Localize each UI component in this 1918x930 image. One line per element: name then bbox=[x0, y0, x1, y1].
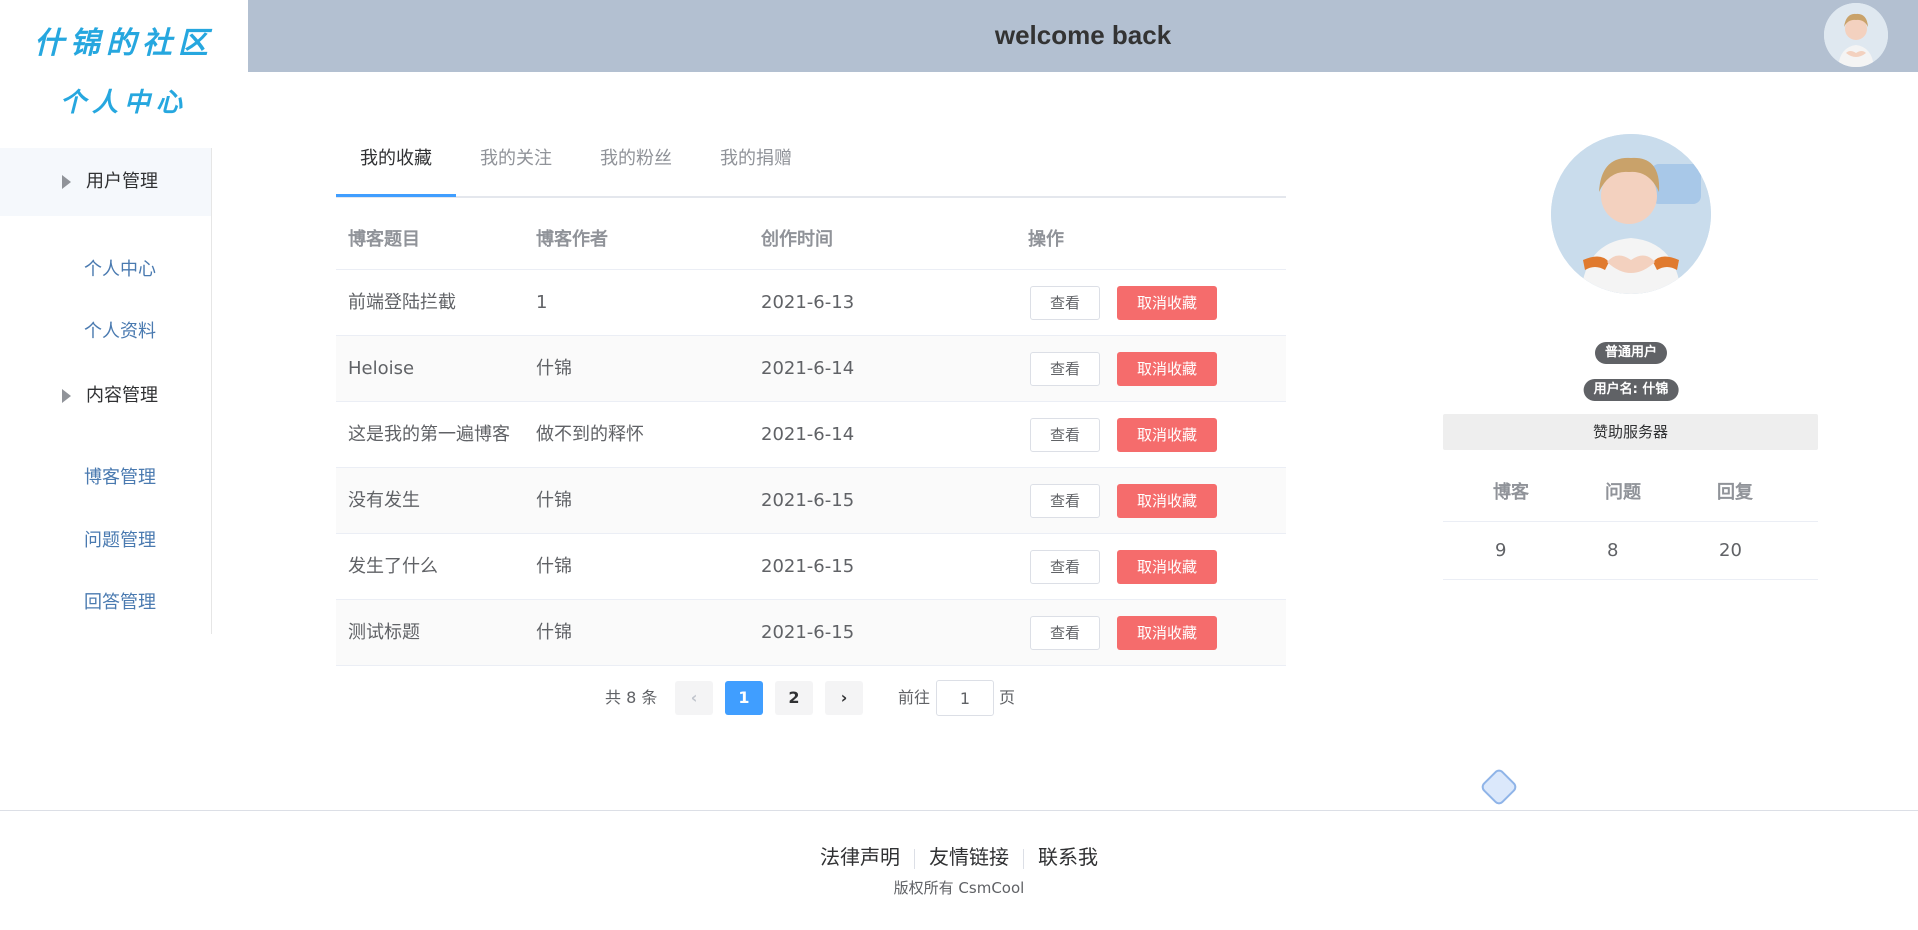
sidebar-item-personal-center[interactable]: 个人中心 bbox=[0, 246, 211, 294]
top-header: welcome back bbox=[248, 0, 1918, 72]
logo-title: 什锦的社区 bbox=[34, 26, 214, 61]
header-avatar[interactable] bbox=[1824, 3, 1888, 67]
goto-page-input[interactable] bbox=[936, 680, 994, 716]
user-avatar-icon bbox=[1824, 3, 1888, 67]
profile-avatar bbox=[1551, 134, 1711, 294]
username-badge: 用户名: 什锦 bbox=[1583, 379, 1679, 401]
blog-title-cell: 这是我的第一遍博客 bbox=[348, 424, 510, 445]
caret-right-icon bbox=[62, 175, 71, 189]
cancel-favorite-button[interactable]: 取消收藏 bbox=[1117, 352, 1217, 386]
stats-header-row: 博客 问题 回复 bbox=[1443, 464, 1818, 522]
header-title: welcome back bbox=[994, 20, 1172, 50]
footer-links: 法律声明 友情链接 联系我 bbox=[0, 841, 1918, 870]
cancel-favorite-button[interactable]: 取消收藏 bbox=[1117, 616, 1217, 650]
goto-label: 前往 bbox=[898, 688, 931, 707]
view-button[interactable]: 查看 bbox=[1030, 418, 1100, 452]
pagination-total: 共 8 条 bbox=[605, 688, 658, 707]
cancel-favorite-button[interactable]: 取消收藏 bbox=[1117, 418, 1217, 452]
blog-author-cell: 什锦 bbox=[536, 556, 572, 577]
logo-subtitle: 个人中心 bbox=[59, 88, 188, 118]
page-unit-label: 页 bbox=[999, 688, 1016, 707]
active-tab-indicator bbox=[336, 194, 456, 197]
stat-label-blogs: 博客 bbox=[1493, 482, 1529, 503]
column-header-date: 创作时间 bbox=[761, 229, 833, 250]
sidebar-item-personal-profile[interactable]: 个人资料 bbox=[0, 308, 211, 356]
blog-title-cell: Heloise bbox=[348, 358, 415, 379]
tab-bar: 我的收藏 我的关注 我的粉丝 我的捐赠 bbox=[336, 130, 1286, 198]
view-button[interactable]: 查看 bbox=[1030, 616, 1100, 650]
user-avatar-icon bbox=[1551, 134, 1711, 294]
stats-value-row: 9 8 20 bbox=[1443, 522, 1818, 580]
stat-label-questions: 问题 bbox=[1605, 482, 1641, 503]
tab-favorites[interactable]: 我的收藏 bbox=[360, 130, 432, 198]
view-button[interactable]: 查看 bbox=[1030, 484, 1100, 518]
sidebar-item-answer-management[interactable]: 回答管理 bbox=[0, 579, 211, 627]
blog-date-cell: 2021-6-15 bbox=[761, 556, 855, 577]
blog-author-cell: 做不到的释怀 bbox=[536, 424, 644, 445]
view-button[interactable]: 查看 bbox=[1030, 550, 1100, 584]
table-row: 这是我的第一遍博客 做不到的释怀 2021-6-14 查看 取消收藏 bbox=[336, 402, 1286, 468]
stat-label-replies: 回复 bbox=[1717, 482, 1753, 503]
column-header-title: 博客题目 bbox=[348, 229, 420, 250]
role-badge: 普通用户 bbox=[1594, 342, 1668, 364]
blog-date-cell: 2021-6-13 bbox=[761, 292, 855, 313]
table-row: 测试标题 什锦 2021-6-15 查看 取消收藏 bbox=[336, 600, 1286, 666]
site-logo[interactable]: 什锦的社区 个人中心 bbox=[0, 0, 248, 130]
blog-title-cell: 发生了什么 bbox=[348, 556, 438, 577]
sidebar: 用户管理 个人中心 个人资料 内容管理 博客管理 问题管理 回答管理 bbox=[0, 148, 212, 634]
column-header-actions: 操作 bbox=[1028, 229, 1064, 250]
blog-author-cell: 1 bbox=[536, 292, 548, 313]
floating-diamond-icon[interactable] bbox=[1479, 767, 1519, 807]
footer-link-friends[interactable]: 友情链接 bbox=[915, 841, 1023, 870]
cancel-favorite-button[interactable]: 取消收藏 bbox=[1117, 484, 1217, 518]
blog-author-cell: 什锦 bbox=[536, 622, 572, 643]
blog-title-cell: 没有发生 bbox=[348, 490, 420, 511]
table-row: Heloise 什锦 2021-6-14 查看 取消收藏 bbox=[336, 336, 1286, 402]
blog-title-cell: 前端登陆拦截 bbox=[348, 292, 456, 313]
prev-page-button[interactable]: ‹ bbox=[675, 681, 713, 715]
table-row: 没有发生 什锦 2021-6-15 查看 取消收藏 bbox=[336, 468, 1286, 534]
app-root: 什锦的社区 个人中心 welcome back 用户管理 个人中心 个人资料 内… bbox=[0, 0, 1918, 930]
copyright: 版权所有 CsmCool bbox=[893, 879, 1025, 897]
sponsor-server-button[interactable]: 赞助服务器 bbox=[1443, 414, 1818, 450]
table-row: 发生了什么 什锦 2021-6-15 查看 取消收藏 bbox=[336, 534, 1286, 600]
table-header-row: 博客题目 博客作者 创作时间 操作 bbox=[336, 212, 1286, 270]
stat-value-questions: 8 bbox=[1607, 540, 1619, 561]
sidebar-item-blog-management[interactable]: 博客管理 bbox=[0, 454, 211, 502]
next-page-button[interactable]: › bbox=[825, 681, 863, 715]
blog-author-cell: 什锦 bbox=[536, 490, 572, 511]
footer-link-legal[interactable]: 法律声明 bbox=[806, 841, 914, 870]
stat-value-replies: 20 bbox=[1719, 540, 1742, 561]
menu-group-label: 用户管理 bbox=[86, 171, 158, 192]
caret-right-icon bbox=[62, 389, 71, 403]
page-2-button[interactable]: 2 bbox=[775, 681, 813, 715]
tab-following[interactable]: 我的关注 bbox=[480, 130, 552, 198]
blog-date-cell: 2021-6-15 bbox=[761, 490, 855, 511]
tab-donations[interactable]: 我的捐赠 bbox=[720, 130, 792, 198]
stat-value-blogs: 9 bbox=[1495, 540, 1507, 561]
menu-group-content-management[interactable]: 内容管理 bbox=[0, 362, 211, 430]
blog-title-cell: 测试标题 bbox=[348, 622, 420, 643]
menu-group-label: 内容管理 bbox=[86, 385, 158, 406]
column-header-author: 博客作者 bbox=[536, 229, 608, 250]
table-row: 前端登陆拦截 1 2021-6-13 查看 取消收藏 bbox=[336, 270, 1286, 336]
sidebar-item-question-management[interactable]: 问题管理 bbox=[0, 517, 211, 565]
view-button[interactable]: 查看 bbox=[1030, 286, 1100, 320]
blog-author-cell: 什锦 bbox=[536, 358, 572, 379]
blog-date-cell: 2021-6-14 bbox=[761, 358, 855, 379]
cancel-favorite-button[interactable]: 取消收藏 bbox=[1117, 550, 1217, 584]
footer: 法律声明 友情链接 联系我 版权所有 CsmCool bbox=[0, 810, 1918, 930]
footer-link-contact[interactable]: 联系我 bbox=[1024, 841, 1112, 870]
menu-group-user-management[interactable]: 用户管理 bbox=[0, 148, 211, 216]
user-stats: 博客 问题 回复 9 8 20 bbox=[1443, 464, 1818, 580]
blog-date-cell: 2021-6-15 bbox=[761, 622, 855, 643]
cancel-favorite-button[interactable]: 取消收藏 bbox=[1117, 286, 1217, 320]
tab-fans[interactable]: 我的粉丝 bbox=[600, 130, 672, 198]
blog-date-cell: 2021-6-14 bbox=[761, 424, 855, 445]
favorites-table: 博客题目 博客作者 创作时间 操作 前端登陆拦截 1 2021-6-13 查看 … bbox=[336, 212, 1286, 666]
page-1-button[interactable]: 1 bbox=[725, 681, 763, 715]
view-button[interactable]: 查看 bbox=[1030, 352, 1100, 386]
